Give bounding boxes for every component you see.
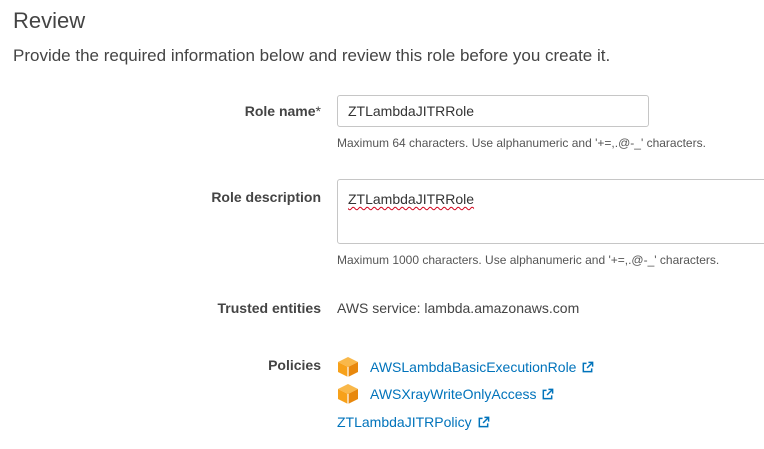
policy-row: AWSLambdaBasicExecutionRole [337, 356, 594, 378]
role-description-label: Role description [211, 189, 321, 205]
required-mark: * [315, 103, 321, 119]
page-subtitle: Provide the required information below a… [13, 46, 611, 65]
policy-row: AWSXrayWriteOnlyAccess [337, 383, 554, 405]
external-link-icon[interactable] [477, 416, 490, 429]
policy-link-awsxraywriteonlyaccess[interactable]: AWSXrayWriteOnlyAccess [370, 386, 536, 402]
aws-managed-policy-icon [338, 384, 358, 404]
role-name-value: ZTLambdaJITRRole [348, 103, 475, 119]
external-link-icon[interactable] [581, 361, 594, 374]
policy-row: ZTLambdaJITRPolicy [337, 411, 490, 433]
aws-managed-policy-icon [338, 357, 358, 377]
page-title: Review [13, 8, 86, 33]
trusted-entities-label: Trusted entities [217, 300, 321, 316]
role-description-textarea[interactable]: ZTLambdaJITRRole [337, 179, 764, 244]
policy-link-ztlambdajitrpolicy[interactable]: ZTLambdaJITRPolicy [337, 414, 472, 430]
role-name-input[interactable]: ZTLambdaJITRRole [337, 95, 649, 127]
role-description-hint: Maximum 1000 characters. Use alphanumeri… [337, 253, 720, 267]
role-name-label: Role name* [244, 103, 321, 119]
policies-label: Policies [268, 357, 321, 373]
role-description-value: ZTLambdaJITRRole [348, 191, 475, 207]
role-name-hint: Maximum 64 characters. Use alphanumeric … [337, 136, 706, 150]
policy-link-awslambdabasicexecutionrole[interactable]: AWSLambdaBasicExecutionRole [370, 359, 576, 375]
trusted-entities-value: AWS service: lambda.amazonaws.com [337, 300, 580, 316]
external-link-icon[interactable] [541, 388, 554, 401]
